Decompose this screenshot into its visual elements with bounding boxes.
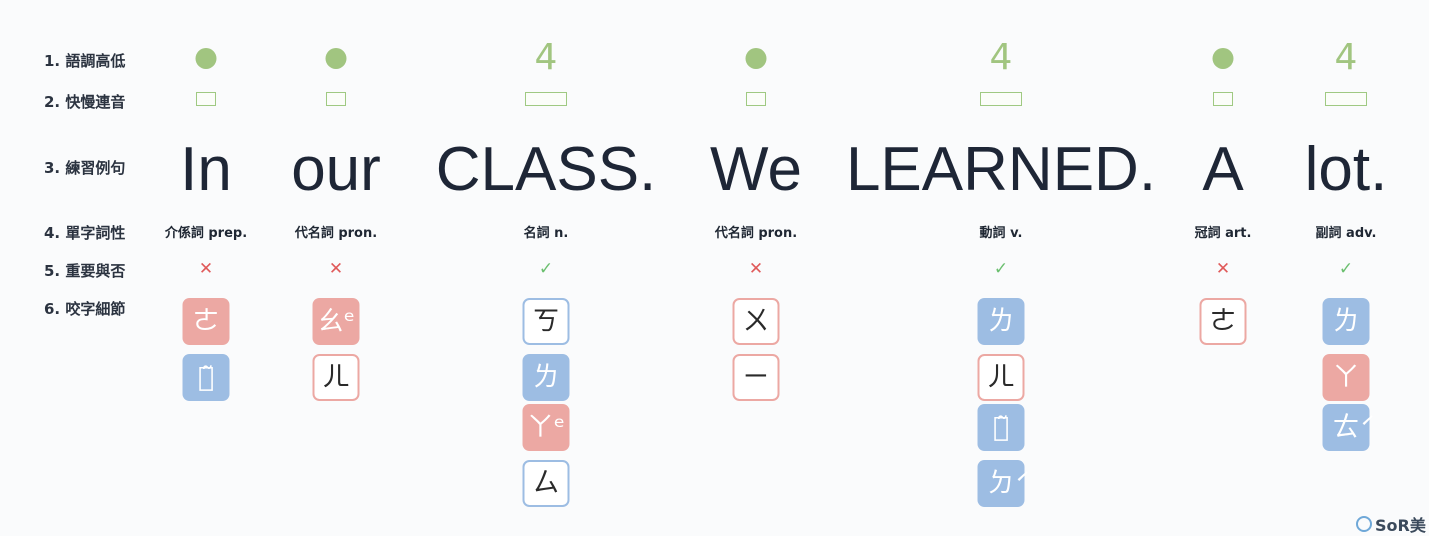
part-of-speech: 名詞 n. [523,226,569,241]
tone-number: 4 [989,37,1013,78]
tone-number: 4 [534,37,558,78]
phonetic-tile: ㄚᵉ [522,404,570,451]
sentence-word: We [710,135,802,204]
check-icon: ✓ [993,259,1009,279]
word-column: We 代名詞 pron. ✕ ㄨㄧ [656,0,856,526]
speed-box [980,92,1022,106]
speed-box [326,92,346,106]
part-of-speech: 動詞 v. [979,226,1023,241]
sentence-word: A [1202,135,1244,204]
part-of-speech: 副詞 adv. [1315,226,1377,241]
phonetic-tile: ㄜ [1199,298,1247,345]
phonetic-tile: ㄚ [1322,354,1370,401]
phonetic-tile: ㄌ [522,354,570,401]
part-of-speech: 代名詞 pron. [714,226,798,241]
speed-box [746,92,766,106]
word-column: 4 LEARNED. 動詞 v. ✓ ㄌㄦㄋ̃ ㄉ́ [846,0,1156,526]
cross-icon: ✕ [328,259,344,279]
speed-box [1213,92,1233,106]
sentence-word: lot. [1304,135,1388,204]
brand-logo: SoR美 [1356,512,1426,536]
part-of-speech: 介係詞 prep. [164,226,248,241]
part-of-speech: 代名詞 pron. [294,226,378,241]
phonetic-tile: ㄠᵉ [312,298,360,345]
phonetic-tile: ㄋ̃ [182,354,230,401]
tone-dot [745,48,767,69]
check-icon: ✓ [1338,259,1354,279]
tone-dot [195,48,217,69]
phonetic-tile: ㄦ [312,354,360,401]
check-icon: ✓ [538,259,554,279]
speed-box [1325,92,1367,106]
part-of-speech: 冠詞 art. [1194,226,1252,241]
sentence-word: LEARNED. [845,135,1157,204]
speed-box [525,92,567,106]
tone-number: 4 [1334,37,1358,78]
phonetic-tile: ㄋ̃ [977,404,1025,451]
logo-icon [1356,516,1372,532]
word-column: 4 lot. 副詞 adv. ✓ ㄌㄚㄊ́ [1246,0,1429,526]
cross-icon: ✕ [748,259,764,279]
sentence-word: In [180,135,232,204]
phonetic-tile: ㄉ́ [977,460,1025,507]
logo-text: SoR美 [1375,516,1426,535]
phonetic-tile: ㄦ [977,354,1025,401]
tone-dot [1212,48,1234,69]
cross-icon: ✕ [198,259,214,279]
phonetic-tile: ㄌ [1322,298,1370,345]
word-column: our 代名詞 pron. ✕ ㄠᵉ ㄦ [236,0,436,526]
phonetic-tile: ㄊ́ [1322,404,1370,451]
sentence-word: our [291,135,381,204]
phonetic-tile: ㄨ [732,298,780,345]
phonetic-tile: ㄎ [522,298,570,345]
phonetic-tile: ㄧ [732,354,780,401]
sentence-word: CLASS. [435,135,657,204]
cross-icon: ✕ [1215,259,1231,279]
phonetic-tile: ㄙ [522,460,570,507]
speed-box [196,92,216,106]
word-column: 4 CLASS. 名詞 n. ✓ ㄎㄌㄚᵉ ㄙ [436,0,656,526]
tone-dot [325,48,347,69]
phonetic-tile: ㄌ [977,298,1025,345]
phonetic-tile: ㄜ [182,298,230,345]
